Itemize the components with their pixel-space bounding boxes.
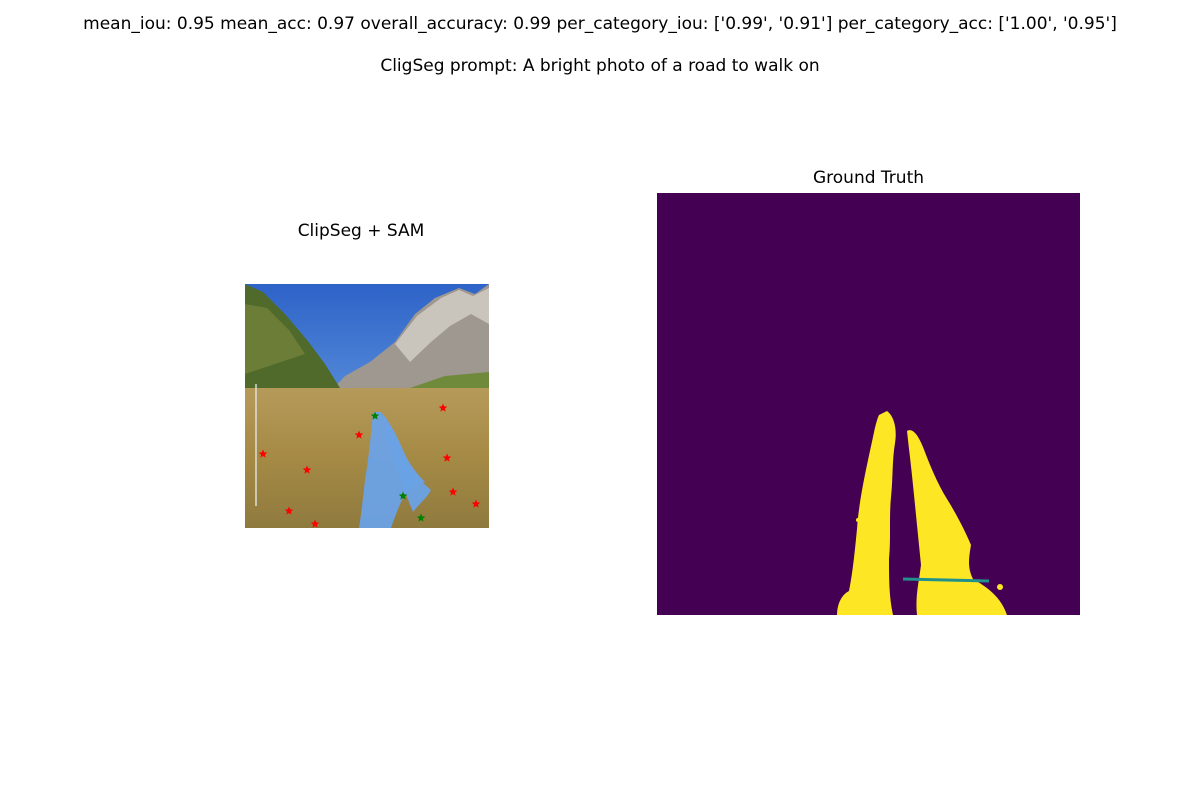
- gauge-line: [255, 384, 257, 506]
- clipseg-sam-image: [245, 284, 489, 528]
- ground-truth-title: Ground Truth: [812, 168, 925, 188]
- mask-fragment: [997, 584, 1003, 590]
- metrics-line: mean_iou: 0.95 mean_acc: 0.97 overall_ac…: [83, 14, 1117, 34]
- mask-edge: [902, 577, 990, 583]
- clipseg-sam-title: ClipSeg + SAM: [297, 221, 425, 241]
- prompt-line: CligSeg prompt: A bright photo of a road…: [380, 56, 820, 76]
- mask-fragment: [856, 518, 860, 522]
- ground-truth-mask: [657, 193, 1080, 615]
